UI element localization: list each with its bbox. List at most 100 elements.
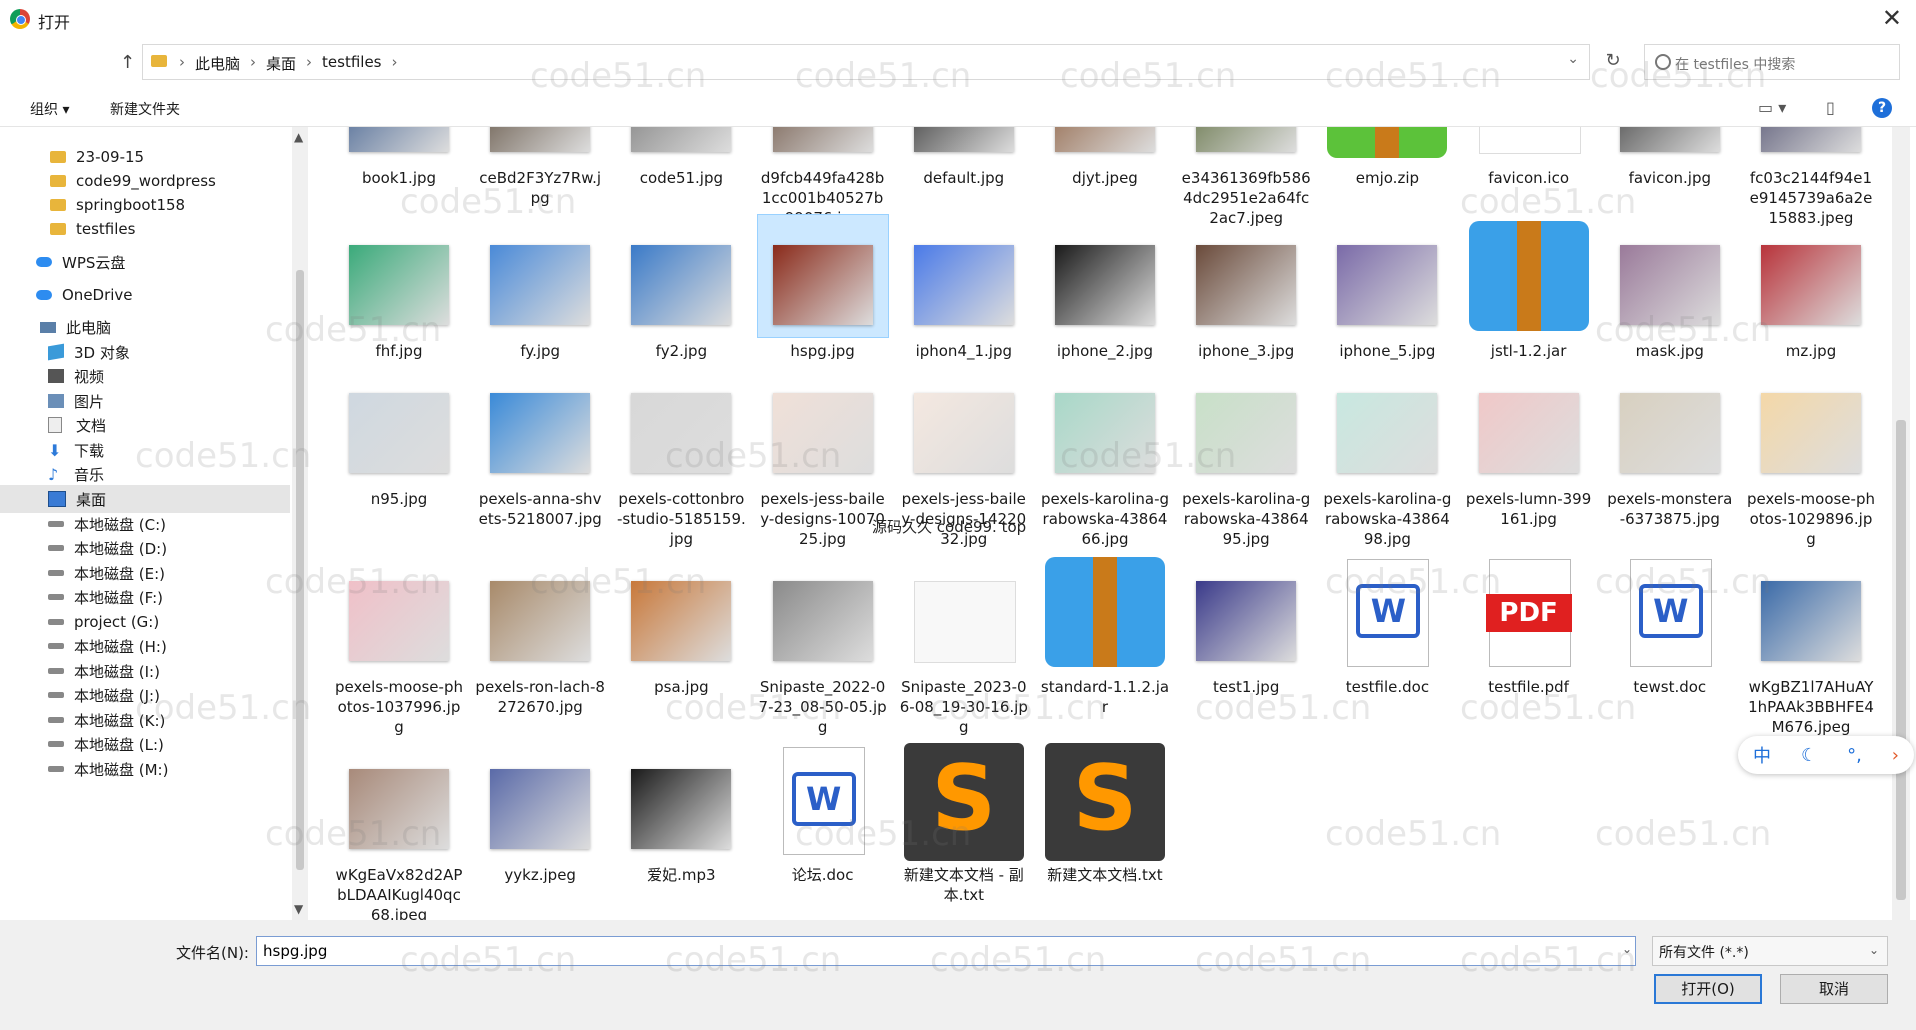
close-icon[interactable]: ✕ bbox=[1882, 4, 1902, 32]
file-item[interactable]: Snipaste_2022-07-23_08-50-05.jpg bbox=[758, 551, 888, 737]
file-item[interactable]: pexels-monstera-6373875.jpg bbox=[1605, 363, 1735, 529]
breadcrumb-item-computer[interactable]: 此电脑 bbox=[195, 53, 240, 74]
file-item[interactable]: pexels-moose-photos-1029896.jpg bbox=[1746, 363, 1876, 549]
preview-pane-icon[interactable]: ▯ bbox=[1826, 98, 1835, 117]
file-thumbnail[interactable] bbox=[334, 215, 464, 337]
file-thumbnail[interactable] bbox=[475, 363, 605, 485]
sidebar-item[interactable]: 文档 bbox=[0, 411, 290, 439]
file-thumbnail[interactable] bbox=[334, 127, 464, 164]
file-item[interactable]: iphone_2.jpg bbox=[1040, 215, 1170, 361]
sidebar-scroll-thumb[interactable] bbox=[296, 270, 304, 870]
file-thumbnail[interactable] bbox=[475, 215, 605, 337]
file-thumbnail[interactable] bbox=[1464, 127, 1594, 164]
file-item[interactable]: pexels-karolina-grabowska-4386466.jpg bbox=[1040, 363, 1170, 549]
filename-input[interactable] bbox=[256, 936, 1636, 966]
ime-language[interactable]: 中 bbox=[1753, 742, 1771, 768]
file-item[interactable]: pexels-cottonbro-studio-5185159.jpg bbox=[616, 363, 746, 549]
file-item[interactable]: Snipaste_2023-06-08_19-30-16.jpg bbox=[899, 551, 1029, 737]
scroll-down-icon[interactable]: ▼ bbox=[294, 902, 303, 916]
refresh-icon[interactable]: ↻ bbox=[1596, 50, 1630, 78]
file-item[interactable]: 爱妃.mp3 bbox=[616, 739, 746, 885]
file-thumbnail[interactable] bbox=[758, 363, 888, 485]
file-thumbnail[interactable] bbox=[475, 551, 605, 673]
file-item[interactable]: PDF testfile.pdf bbox=[1464, 551, 1594, 697]
help-icon[interactable]: ? bbox=[1872, 98, 1892, 118]
scroll-up-icon[interactable]: ▲ bbox=[294, 130, 303, 144]
file-thumbnail[interactable] bbox=[475, 127, 605, 164]
file-thumbnail[interactable] bbox=[1322, 363, 1452, 485]
ime-toolbar[interactable]: 中 ☾ °, › bbox=[1738, 736, 1914, 774]
file-item[interactable]: emjo.zip bbox=[1322, 127, 1452, 188]
file-thumbnail[interactable] bbox=[1322, 215, 1452, 337]
chevron-down-icon[interactable]: ⌄ bbox=[1567, 51, 1579, 67]
file-item[interactable]: hspg.jpg bbox=[756, 214, 889, 361]
file-item[interactable]: fc03c2144f94e1e9145739a6a2e15883.jpeg bbox=[1746, 127, 1876, 228]
file-item[interactable]: fy2.jpg bbox=[616, 215, 746, 361]
file-item[interactable]: ceBd2F3Yz7Rw.jpg bbox=[475, 127, 605, 208]
file-thumbnail[interactable] bbox=[1605, 363, 1735, 485]
file-thumbnail[interactable]: S bbox=[1040, 739, 1170, 861]
chevron-down-icon[interactable]: ⌄ bbox=[1622, 942, 1632, 956]
chevron-right-icon[interactable]: › bbox=[1892, 745, 1899, 766]
file-thumbnail[interactable] bbox=[899, 127, 1029, 164]
cancel-button[interactable]: 取消 bbox=[1780, 974, 1888, 1004]
file-thumbnail[interactable] bbox=[1605, 127, 1735, 164]
file-item[interactable]: code51.jpg bbox=[616, 127, 746, 188]
file-thumbnail[interactable] bbox=[899, 215, 1029, 337]
file-item[interactable]: djyt.jpeg bbox=[1040, 127, 1170, 188]
file-thumbnail[interactable] bbox=[334, 363, 464, 485]
file-item[interactable]: d9fcb449fa428b1cc001b40527b99076.jpg bbox=[758, 127, 888, 228]
file-thumbnail[interactable] bbox=[1181, 363, 1311, 485]
file-thumbnail[interactable]: W bbox=[1322, 551, 1452, 673]
address-bar[interactable]: › 此电脑 › 桌面 › testfiles › ⌄ bbox=[142, 44, 1590, 80]
file-item[interactable]: pexels-karolina-grabowska-4386498.jpg bbox=[1322, 363, 1452, 549]
punctuation-icon[interactable]: °, bbox=[1847, 745, 1862, 766]
file-grid-scroll-thumb[interactable] bbox=[1896, 420, 1906, 900]
file-item[interactable]: n95.jpg bbox=[334, 363, 464, 509]
file-item[interactable]: W 论坛.doc bbox=[758, 739, 888, 885]
file-thumbnail[interactable] bbox=[616, 363, 746, 485]
sidebar-item[interactable]: WPS云盘 bbox=[0, 248, 290, 276]
sidebar-item[interactable]: ♪ 音乐 bbox=[0, 460, 290, 488]
sidebar-item[interactable]: 此电脑 bbox=[0, 313, 290, 341]
file-thumbnail[interactable] bbox=[899, 363, 1029, 485]
file-thumbnail[interactable] bbox=[334, 551, 464, 673]
file-item[interactable]: pexels-anna-shvets-5218007.jpg bbox=[475, 363, 605, 529]
file-item[interactable]: jstl-1.2.jar bbox=[1464, 215, 1594, 361]
file-thumbnail[interactable] bbox=[1746, 551, 1876, 673]
file-thumbnail[interactable]: W bbox=[1605, 551, 1735, 673]
file-item[interactable]: pexels-lumn-399161.jpg bbox=[1464, 363, 1594, 529]
file-item[interactable]: wKgEaVx82d2APbLDAAIKugl40qc68.jpeg bbox=[334, 739, 464, 920]
file-item[interactable]: mask.jpg bbox=[1605, 215, 1735, 361]
file-item[interactable]: pexels-moose-photos-1037996.jpg bbox=[334, 551, 464, 737]
file-item[interactable]: default.jpg bbox=[899, 127, 1029, 188]
file-item[interactable]: test1.jpg bbox=[1181, 551, 1311, 697]
sidebar-item[interactable]: 桌面 bbox=[0, 485, 290, 513]
file-item[interactable]: Wtewst.doc bbox=[1605, 551, 1735, 697]
file-thumbnail[interactable]: W bbox=[758, 739, 888, 861]
file-item[interactable]: iphone_5.jpg bbox=[1322, 215, 1452, 361]
sidebar-item[interactable]: OneDrive bbox=[0, 281, 290, 309]
file-thumbnail[interactable] bbox=[1040, 551, 1170, 673]
file-thumbnail[interactable] bbox=[1746, 363, 1876, 485]
file-thumbnail[interactable] bbox=[616, 215, 746, 337]
file-thumbnail[interactable]: PDF bbox=[1464, 551, 1594, 673]
sidebar-item[interactable]: 本地磁盘 (D:) bbox=[0, 534, 290, 562]
file-item[interactable]: S 新建文本文档.txt bbox=[1040, 739, 1170, 885]
file-thumbnail[interactable] bbox=[1746, 215, 1876, 337]
file-item[interactable]: favicon.ico bbox=[1464, 127, 1594, 188]
file-thumbnail[interactable] bbox=[1605, 215, 1735, 337]
file-thumbnail[interactable] bbox=[1040, 127, 1170, 164]
sidebar-item[interactable]: 本地磁盘 (F:) bbox=[0, 583, 290, 611]
file-thumbnail[interactable] bbox=[1040, 363, 1170, 485]
file-type-select[interactable]: 所有文件 (*.*) ⌄ bbox=[1652, 936, 1888, 966]
chevron-right-icon[interactable]: › bbox=[392, 53, 398, 74]
file-item[interactable]: S 新建文本文档 - 副本.txt bbox=[899, 739, 1029, 905]
file-item[interactable]: mz.jpg bbox=[1746, 215, 1876, 361]
file-item[interactable]: Wtestfile.doc bbox=[1322, 551, 1452, 697]
file-item[interactable]: pexels-jess-bailey-designs-1007025.jpg bbox=[758, 363, 888, 549]
breadcrumb-item-desktop[interactable]: 桌面 bbox=[266, 53, 296, 74]
file-thumbnail[interactable] bbox=[1322, 127, 1452, 164]
file-item[interactable]: pexels-ron-lach-8272670.jpg bbox=[475, 551, 605, 717]
sidebar-item[interactable]: 视频 bbox=[0, 362, 290, 390]
